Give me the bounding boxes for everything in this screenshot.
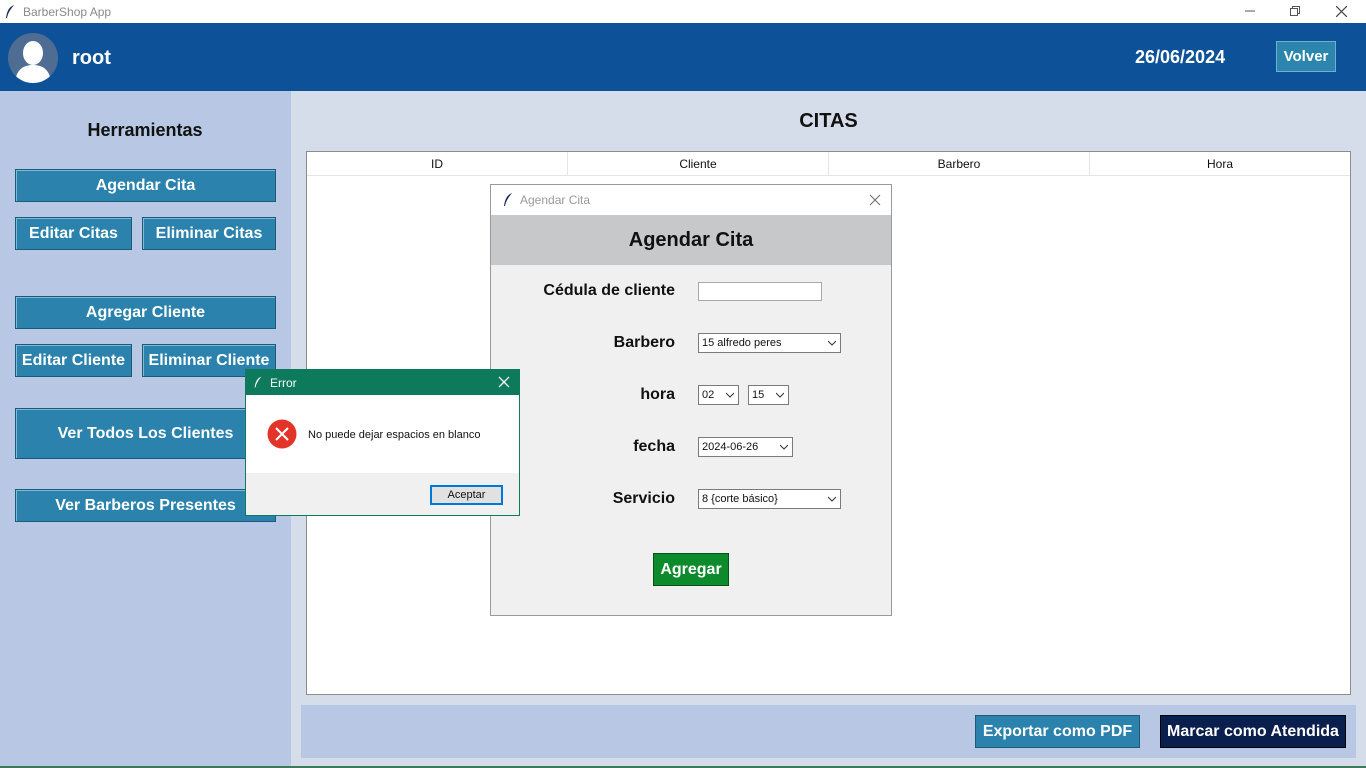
username: root bbox=[72, 47, 111, 69]
agendar-cita-button[interactable]: Agendar Cita bbox=[15, 169, 276, 202]
dialog-titlebar: Agendar Cita bbox=[491, 185, 891, 215]
chevron-down-icon bbox=[828, 496, 836, 502]
app-header: root 26/06/2024 Volver bbox=[0, 23, 1366, 91]
agendar-cita-dialog: Agendar Cita Agendar Cita Cédula de clie… bbox=[490, 184, 892, 616]
close-icon bbox=[1336, 6, 1347, 17]
fecha-select[interactable]: 2024-06-26 bbox=[698, 437, 793, 457]
chevron-down-icon bbox=[828, 340, 836, 346]
ver-clientes-button[interactable]: Ver Todos Los Clientes bbox=[15, 408, 276, 459]
export-pdf-button[interactable]: Exportar como PDF bbox=[975, 715, 1140, 748]
cedula-label: Cédula de cliente bbox=[543, 282, 675, 299]
servicio-label: Servicio bbox=[612, 490, 675, 507]
editar-cliente-button[interactable]: Editar Cliente bbox=[15, 344, 132, 377]
hora-minutes-value: 15 bbox=[752, 389, 765, 401]
column-header-id[interactable]: ID bbox=[307, 152, 568, 175]
accept-button[interactable]: Aceptar bbox=[430, 485, 503, 505]
barbero-select[interactable]: 15 alfredo peres bbox=[698, 333, 841, 353]
minimize-icon bbox=[1245, 10, 1255, 12]
eliminar-citas-button[interactable]: Eliminar Citas bbox=[142, 217, 276, 250]
ver-barberos-button[interactable]: Ver Barberos Presentes bbox=[15, 489, 276, 522]
back-button[interactable]: Volver bbox=[1276, 41, 1336, 72]
cedula-input[interactable] bbox=[698, 282, 822, 301]
error-title: Error bbox=[270, 376, 297, 390]
dialog-title: Agendar Cita bbox=[520, 193, 591, 207]
table-header: ID Cliente Barbero Hora bbox=[307, 152, 1350, 176]
agregar-cliente-button[interactable]: Agregar Cliente bbox=[15, 296, 276, 329]
dialog-close-button[interactable] bbox=[863, 191, 887, 209]
error-titlebar: Error bbox=[246, 370, 519, 395]
restore-button[interactable] bbox=[1272, 0, 1318, 23]
sidebar-title: Herramientas bbox=[87, 120, 203, 140]
hora-minutes-select[interactable]: 15 bbox=[748, 385, 789, 405]
error-message: No puede dejar espacios en blanco bbox=[308, 429, 481, 441]
barbero-label: Barbero bbox=[613, 334, 675, 351]
chevron-down-icon bbox=[780, 444, 788, 450]
barbero-value: 15 alfredo peres bbox=[702, 337, 782, 349]
bottom-action-bar: Exportar como PDF Marcar como Atendida bbox=[301, 705, 1356, 758]
agregar-button[interactable]: Agregar bbox=[653, 553, 729, 586]
avatar-icon bbox=[8, 33, 58, 83]
dialog-heading: Agendar Cita bbox=[491, 215, 891, 265]
minimize-button[interactable] bbox=[1227, 0, 1273, 23]
close-icon bbox=[498, 376, 510, 388]
restore-icon bbox=[1290, 6, 1300, 16]
column-header-barbero[interactable]: Barbero bbox=[829, 152, 1090, 175]
error-dialog: Error No puede dejar espacios en blanco … bbox=[245, 369, 520, 516]
close-icon bbox=[869, 194, 881, 206]
feather-icon bbox=[254, 376, 262, 388]
feather-icon bbox=[504, 193, 512, 206]
error-footer: Aceptar bbox=[246, 473, 519, 515]
chevron-down-icon bbox=[776, 392, 784, 398]
error-close-button[interactable] bbox=[497, 375, 511, 389]
hora-hours-select[interactable]: 02 bbox=[698, 385, 739, 405]
error-icon bbox=[267, 419, 297, 449]
servicio-value: 8 {corte básico} bbox=[702, 493, 778, 505]
close-window-button[interactable] bbox=[1318, 0, 1364, 23]
window-title: BarberShop App bbox=[23, 5, 112, 19]
page-title: CITAS bbox=[799, 110, 858, 132]
editar-citas-button[interactable]: Editar Citas bbox=[15, 217, 132, 250]
fecha-value: 2024-06-26 bbox=[702, 441, 759, 453]
servicio-select[interactable]: 8 {corte básico} bbox=[698, 489, 841, 509]
fecha-label: fecha bbox=[633, 438, 675, 455]
feather-icon bbox=[6, 5, 14, 18]
hora-hours-value: 02 bbox=[702, 389, 715, 401]
column-header-cliente[interactable]: Cliente bbox=[568, 152, 829, 175]
window-titlebar: BarberShop App bbox=[0, 0, 1366, 23]
chevron-down-icon bbox=[726, 392, 734, 398]
hora-label: hora bbox=[640, 386, 675, 403]
current-date: 26/06/2024 bbox=[1135, 47, 1226, 67]
column-header-hora[interactable]: Hora bbox=[1090, 152, 1350, 175]
mark-attended-button[interactable]: Marcar como Atendida bbox=[1160, 715, 1346, 748]
